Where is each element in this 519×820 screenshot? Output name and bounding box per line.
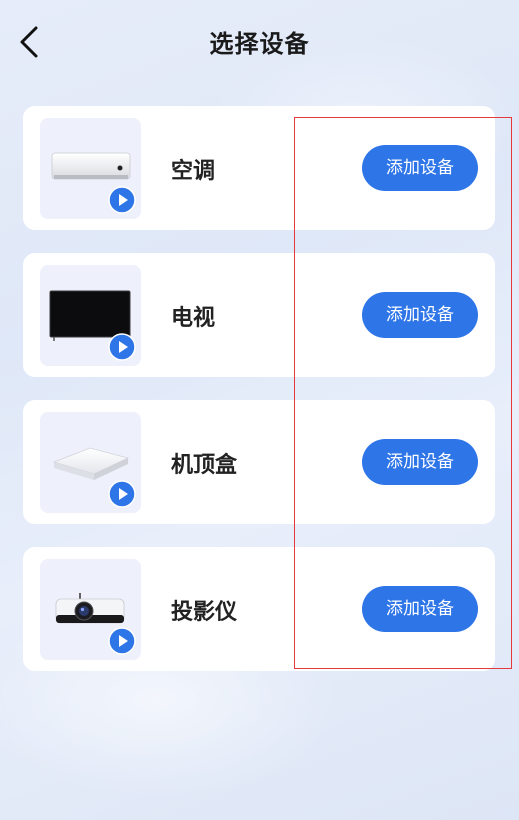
device-thumbnail[interactable] (40, 412, 141, 513)
device-card-tv: 电视 添加设备 (23, 253, 495, 377)
device-card-set-top-box: 机顶盒 添加设备 (23, 400, 495, 524)
device-thumbnail[interactable] (40, 118, 141, 219)
device-list: 空调 添加设备 电视 添加设备 机顶盒 添加设备 投影仪 添加设备 (23, 106, 495, 694)
add-device-button[interactable]: 添加设备 (362, 145, 478, 191)
play-icon[interactable] (108, 186, 136, 214)
add-device-button[interactable]: 添加设备 (362, 439, 478, 485)
device-name: 机顶盒 (171, 453, 238, 478)
play-icon[interactable] (108, 627, 136, 655)
device-name: 电视 (171, 306, 216, 331)
add-device-button[interactable]: 添加设备 (362, 586, 478, 632)
page-title: 选择设备 (209, 30, 310, 58)
device-thumbnail[interactable] (40, 559, 141, 660)
device-thumbnail[interactable] (40, 265, 141, 366)
device-name: 投影仪 (171, 600, 238, 625)
header: 选择设备 (0, 0, 519, 84)
add-device-button[interactable]: 添加设备 (362, 292, 478, 338)
device-card-projector: 投影仪 添加设备 (23, 547, 495, 671)
device-name: 空调 (171, 159, 216, 184)
device-card-air-conditioner: 空调 添加设备 (23, 106, 495, 230)
play-icon[interactable] (108, 333, 136, 361)
play-icon[interactable] (108, 480, 136, 508)
